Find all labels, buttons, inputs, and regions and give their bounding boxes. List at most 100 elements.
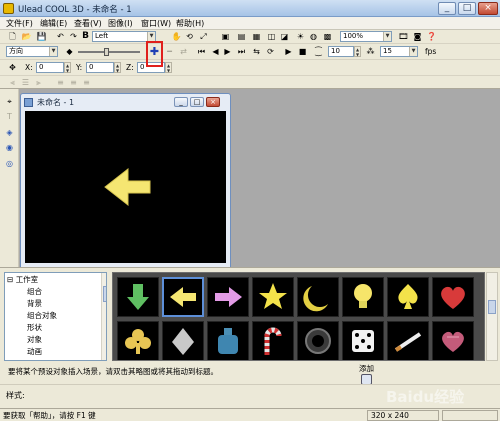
help-pointer-icon[interactable]: ❓: [426, 31, 437, 42]
menu-help[interactable]: 帮助(H): [174, 18, 206, 29]
gallery-thumb-heart[interactable]: [432, 277, 474, 317]
tree-item[interactable]: 形状: [27, 322, 42, 333]
render-canvas[interactable]: [25, 111, 226, 263]
zoom-select[interactable]: 100% ▼: [340, 31, 392, 42]
select-tool-icon[interactable]: ⌖: [4, 96, 15, 107]
bevel-icon[interactable]: ◪: [279, 31, 290, 42]
tree-item[interactable]: 背景: [27, 298, 42, 309]
left-arrow-object[interactable]: [104, 167, 151, 207]
bottle-icon: [218, 328, 238, 354]
gallery-thumb-spade[interactable]: [387, 277, 429, 317]
maximize-button[interactable]: □: [458, 2, 476, 15]
gallery-thumb-star[interactable]: [252, 277, 294, 317]
menu-file[interactable]: 文件(F): [4, 18, 35, 29]
tree-scroll-thumb[interactable]: [103, 286, 106, 302]
frames-spinner[interactable]: ▲ ▼: [354, 46, 361, 57]
menu-edit[interactable]: 编辑(E): [38, 18, 69, 29]
align-left-icon: ⫷: [10, 78, 15, 87]
x-spinner[interactable]: ▲ ▼: [64, 62, 71, 73]
save-icon[interactable]: 💾: [36, 31, 47, 42]
title-bar: Ulead COOL 3D - 未命名 - 1 _ □ ×: [0, 0, 500, 17]
tree-item[interactable]: 组合对象: [27, 310, 57, 321]
new-file-icon[interactable]: 🗋: [7, 31, 18, 42]
gallery-scrollbar[interactable]: [486, 272, 498, 361]
gallery-thumb-right-arrow[interactable]: [207, 277, 249, 317]
close-button[interactable]: ×: [478, 2, 498, 15]
loop-icon[interactable]: ⇆: [251, 46, 262, 57]
ping-pong-icon[interactable]: ⟳: [265, 46, 276, 57]
doc-maximize-button[interactable]: □: [190, 97, 204, 107]
insert-object-icon[interactable]: ◈: [4, 127, 15, 138]
rotate-tool-icon[interactable]: ⟲: [184, 31, 195, 42]
gallery-thumb-bottle[interactable]: [207, 321, 249, 360]
tree-item[interactable]: 组合: [27, 286, 42, 297]
stop-icon[interactable]: ■: [297, 46, 308, 57]
open-folder-icon[interactable]: 📂: [21, 31, 32, 42]
gallery-thumb-cigarette[interactable]: [387, 321, 429, 360]
tree-item[interactable]: 对象: [27, 334, 42, 345]
first-frame-icon[interactable]: ⏮: [196, 46, 207, 57]
light-bulb-icon: [354, 284, 372, 308]
gallery-thumb-candy-cane[interactable]: [252, 321, 294, 360]
undo-icon[interactable]: ↶: [55, 31, 66, 42]
render-icon[interactable]: ▣: [220, 31, 231, 42]
fps-select[interactable]: 15 ▼: [380, 46, 418, 57]
mode-select[interactable]: 方向 ▼: [6, 46, 58, 57]
y-input[interactable]: 0: [86, 62, 114, 73]
gallery-thumb-light-bulb[interactable]: [342, 277, 384, 317]
next-frame-icon[interactable]: ▶: [222, 46, 233, 57]
redo-icon[interactable]: ↷: [68, 31, 79, 42]
gallery-thumb-dice[interactable]: [342, 321, 384, 360]
timeline-slider-thumb[interactable]: [104, 48, 109, 56]
tree-item[interactable]: 动画: [27, 346, 42, 357]
minimize-button[interactable]: _: [438, 2, 456, 15]
menu-image[interactable]: 图像(I): [106, 18, 135, 29]
frames-input[interactable]: 10: [328, 46, 354, 57]
play-icon[interactable]: ▶: [283, 46, 294, 57]
timeline-slider[interactable]: [78, 51, 140, 53]
gallery-thumb-crescent[interactable]: [297, 277, 339, 317]
status-panel: [442, 410, 498, 421]
layer-icon[interactable]: ◫: [266, 31, 277, 42]
gallery-thumb-heart-box[interactable]: [432, 321, 474, 360]
frame-icon[interactable]: ▦: [251, 31, 262, 42]
tree-item[interactable]: ⊟ 工作室: [7, 274, 38, 285]
resize-tool-icon[interactable]: ⤢: [198, 31, 209, 42]
doc-minimize-button[interactable]: _: [174, 97, 188, 107]
hand-icon[interactable]: ✋: [171, 31, 182, 42]
reverse-icon: ⇄: [180, 47, 187, 56]
gallery-thumb-club[interactable]: [117, 321, 159, 360]
bold-icon[interactable]: B: [80, 31, 91, 42]
doc-close-button[interactable]: ×: [206, 97, 220, 107]
tree-collapse-icon[interactable]: ⊟: [7, 275, 13, 284]
view-icon[interactable]: ▤: [236, 31, 247, 42]
grid-icon[interactable]: ▩: [322, 31, 333, 42]
gallery-scroll-thumb[interactable]: [488, 300, 496, 314]
lighting-icon[interactable]: ☀: [295, 31, 306, 42]
tree-scrollbar[interactable]: [101, 273, 106, 360]
keyframe-icon[interactable]: ◆: [64, 46, 75, 57]
camera-icon[interactable]: ◙: [412, 31, 423, 42]
hint-text: 要将某个预设对象插入场景，请双击其略图或将其拖动到标题。: [8, 367, 218, 376]
canvas-size-indicator: 320 x 240: [367, 410, 439, 421]
insert-geometry-icon[interactable]: ◉: [4, 142, 15, 153]
last-frame-icon[interactable]: ⏭: [236, 46, 247, 57]
category-tree: ⊟ 工作室 组合 背景 组合对象 形状 对象 动画: [4, 272, 107, 361]
document-title-bar: 未命名 - 1 _ □ ×: [24, 96, 228, 109]
move-object-icon[interactable]: ✥: [7, 62, 18, 73]
z-spinner[interactable]: ▲ ▼: [165, 62, 172, 73]
gallery-thumb-down-arrow[interactable]: [117, 277, 159, 317]
gallery-thumb-tire[interactable]: [297, 321, 339, 360]
y-spinner[interactable]: ▲ ▼: [114, 62, 121, 73]
club-icon: [125, 329, 151, 354]
gallery-thumb-left-arrow[interactable]: [162, 277, 204, 317]
prev-frame-icon[interactable]: ◀: [210, 46, 221, 57]
x-input[interactable]: 0: [36, 62, 64, 73]
app-icon: [3, 3, 14, 14]
gallery-thumb-diamond[interactable]: [162, 321, 204, 360]
menu-view[interactable]: 查看(V): [72, 18, 104, 29]
globe-icon[interactable]: ◍: [308, 31, 319, 42]
video-export-icon[interactable]: 🎞: [398, 31, 409, 42]
menu-window[interactable]: 窗口(W): [139, 18, 173, 29]
bevel-object-icon[interactable]: ◎: [4, 158, 15, 169]
